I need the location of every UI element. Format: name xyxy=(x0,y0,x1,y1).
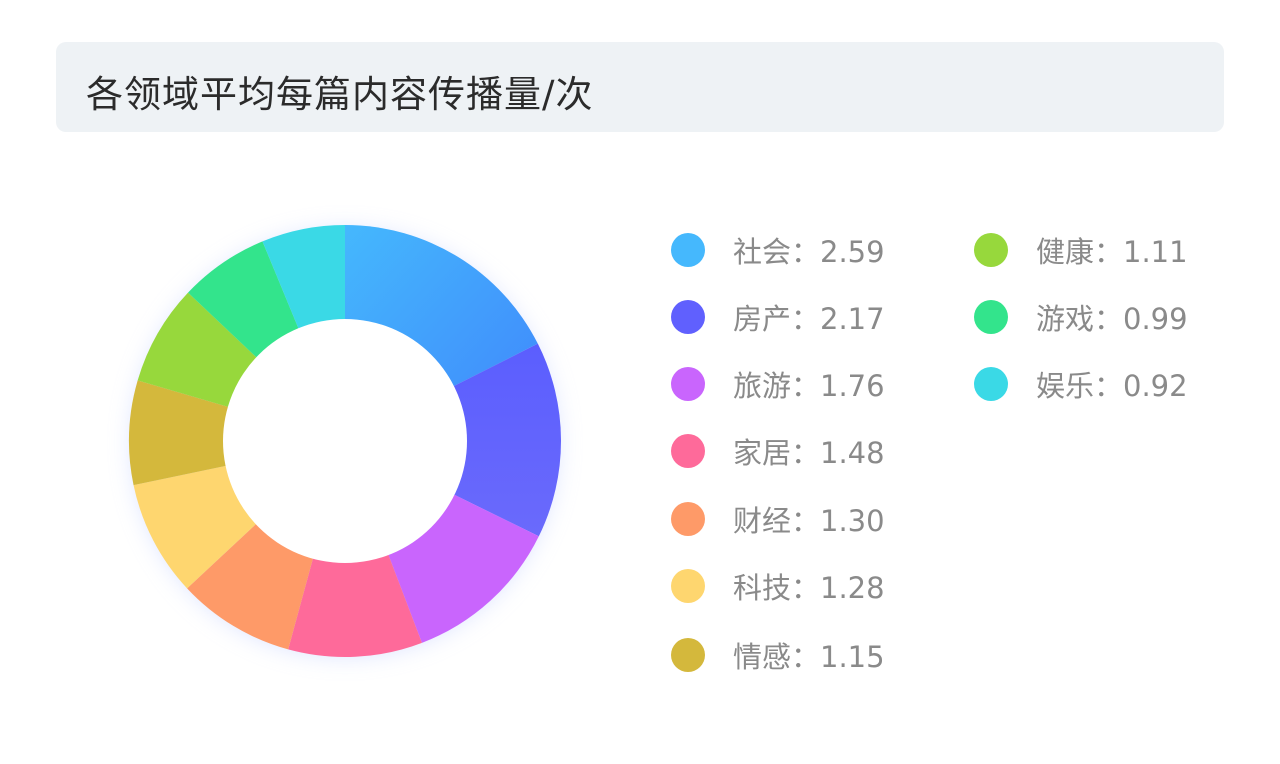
legend-label: 社会：2.59 xyxy=(733,235,885,269)
legend-item: 财经：1.30 xyxy=(671,499,885,539)
legend-item: 娱乐：0.92 xyxy=(974,364,1188,404)
legend-label: 科技：1.28 xyxy=(733,571,885,605)
donut-hole xyxy=(223,319,467,563)
legend-label: 娱乐：0.92 xyxy=(1036,369,1188,403)
title-bar: 各领域平均每篇内容传播量/次 xyxy=(56,42,1224,132)
legend-swatch xyxy=(671,569,705,603)
legend-swatch xyxy=(671,300,705,334)
legend-swatch xyxy=(974,367,1008,401)
legend-swatch xyxy=(671,502,705,536)
legend-label: 财经：1.30 xyxy=(733,504,885,538)
legend-label: 情感：1.15 xyxy=(733,640,885,674)
legend-item: 房产：2.17 xyxy=(671,297,885,337)
legend-label: 游戏：0.99 xyxy=(1036,302,1188,336)
legend-item: 情感：1.15 xyxy=(671,635,885,675)
legend-item: 科技：1.28 xyxy=(671,566,885,606)
legend-swatch xyxy=(974,300,1008,334)
legend-swatch xyxy=(671,233,705,267)
legend-swatch xyxy=(671,638,705,672)
legend-item: 旅游：1.76 xyxy=(671,364,885,404)
legend-label: 家居：1.48 xyxy=(733,436,885,470)
legend-label: 旅游：1.76 xyxy=(733,369,885,403)
legend-swatch xyxy=(671,434,705,468)
legend-swatch xyxy=(671,367,705,401)
donut-chart xyxy=(129,225,561,657)
chart-title: 各领域平均每篇内容传播量/次 xyxy=(86,73,594,116)
legend-item: 社会：2.59 xyxy=(671,230,885,270)
legend-label: 房产：2.17 xyxy=(733,302,885,336)
legend-label: 健康：1.11 xyxy=(1036,235,1188,269)
legend-item: 健康：1.11 xyxy=(974,230,1188,270)
legend-item: 游戏：0.99 xyxy=(974,297,1188,337)
legend-item: 家居：1.48 xyxy=(671,431,885,471)
legend-swatch xyxy=(974,233,1008,267)
